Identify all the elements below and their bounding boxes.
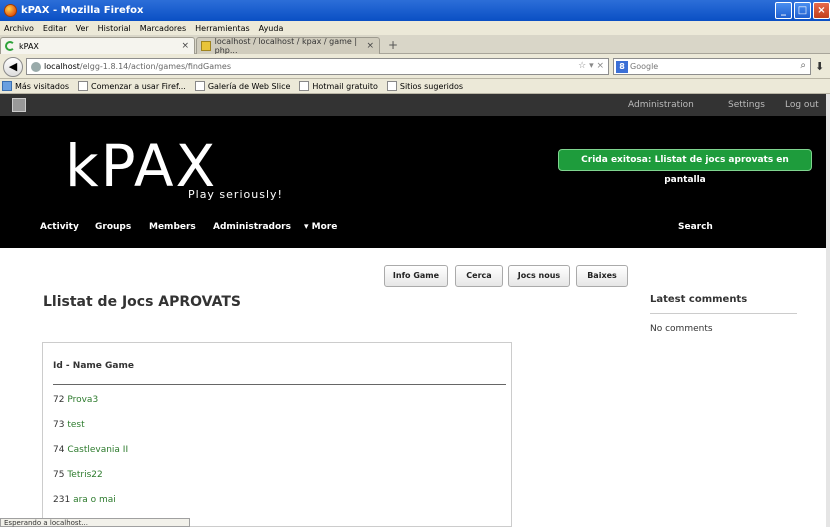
tab-kpax[interactable]: kPAX × — [0, 37, 195, 54]
bookmark-page-icon — [386, 81, 397, 91]
bookmark-mas-visitados[interactable]: Más visitados — [2, 81, 69, 91]
window-title: kPAX - Mozilla Firefox — [21, 5, 144, 16]
navigation-bar: ◀ localhost/elgg-1.8.14/action/games/fin… — [0, 54, 830, 79]
nav-more[interactable]: ▾ More — [304, 222, 337, 232]
tab-bar: kPAX × localhost / localhost / kpax / ga… — [0, 35, 830, 55]
scrollbar[interactable] — [826, 94, 830, 527]
menu-marcadores[interactable]: Marcadores — [140, 24, 186, 33]
maximize-button[interactable]: □ — [794, 2, 811, 19]
address-bar[interactable]: localhost/elgg-1.8.14/action/games/findG… — [26, 58, 609, 75]
page-content: Administration Settings Log out kPAX Pla… — [0, 94, 830, 527]
bookmark-comenzar[interactable]: Comenzar a usar Firef... — [78, 81, 186, 91]
tab-label: kPAX — [19, 41, 39, 51]
cerca-button[interactable]: Cerca — [455, 265, 503, 287]
settings-link[interactable]: Settings — [728, 100, 765, 110]
divider — [53, 384, 506, 385]
loading-spinner-icon — [5, 41, 15, 51]
download-icon[interactable]: ⬇ — [815, 60, 824, 73]
bookmark-page-icon — [299, 81, 310, 91]
menu-herramientas[interactable]: Herramientas — [195, 24, 250, 33]
url-path: /elgg-1.8.14/action/games/findGames — [79, 62, 231, 71]
new-tab-button[interactable]: + — [384, 38, 402, 53]
list-item[interactable]: 231 ara o mai — [53, 495, 116, 505]
bookmark-sitios[interactable]: Sitios sugeridos — [386, 81, 463, 91]
search-icon[interactable]: ⌕ — [800, 60, 806, 71]
menu-archivo[interactable]: Archivo — [4, 24, 34, 33]
site-identity-icon — [31, 61, 41, 72]
nav-search[interactable]: Search — [678, 222, 713, 232]
list-item[interactable]: 75 Tetris22 — [53, 470, 103, 480]
menu-ayuda[interactable]: Ayuda — [259, 24, 284, 33]
tab-label: localhost / localhost / kpax / game | ph… — [214, 37, 358, 55]
bookmarks-bar: Más visitados Comenzar a usar Firef... G… — [0, 79, 830, 94]
bookmark-page-icon — [78, 81, 89, 91]
nav-members[interactable]: Members — [149, 222, 196, 232]
divider — [650, 313, 797, 314]
games-list: Id - Name Game 72 Prova3 73 test 74 Cast… — [42, 342, 512, 527]
search-bar[interactable]: 8 Google ⌕ — [613, 58, 811, 75]
bookmark-folder-icon — [2, 81, 12, 91]
search-placeholder: Google — [630, 62, 659, 71]
jocs-nous-button[interactable]: Jocs nous — [508, 265, 570, 287]
window-titlebar: kPAX - Mozilla Firefox _ □ × — [0, 0, 830, 21]
nav-activity[interactable]: Activity — [40, 222, 79, 232]
url-actions[interactable]: ☆ ▾ × — [578, 61, 604, 71]
elgg-topbar: Administration Settings Log out — [0, 94, 830, 116]
success-message[interactable]: Crida exitosa: Llistat de jocs aprovats … — [558, 149, 812, 185]
list-item[interactable]: 73 test — [53, 420, 85, 430]
avatar[interactable] — [12, 98, 26, 112]
close-tab-icon[interactable]: × — [181, 41, 189, 51]
info-game-button[interactable]: Info Game — [384, 265, 448, 287]
close-tab-icon[interactable]: × — [366, 41, 374, 51]
firefox-icon — [4, 4, 17, 17]
baixes-button[interactable]: Baixes — [576, 265, 628, 287]
main-nav: Activity Groups Members Administradors ▾… — [0, 216, 830, 238]
url-host: localhost — [44, 62, 80, 71]
latest-comments-title: Latest comments — [650, 294, 748, 305]
phpmyadmin-icon — [201, 41, 211, 51]
logout-link[interactable]: Log out — [785, 100, 819, 110]
search-engine-icon[interactable]: 8 — [616, 60, 628, 73]
menu-bar: Archivo Editar Ver Historial Marcadores … — [0, 21, 830, 35]
list-item[interactable]: 72 Prova3 — [53, 395, 98, 405]
back-button[interactable]: ◀ — [3, 57, 23, 77]
bookmark-web-slice[interactable]: Galería de Web Slice — [194, 81, 290, 91]
site-header: kPAX Play seriously! Crida exitosa: Llis… — [0, 116, 830, 248]
close-window-button[interactable]: × — [813, 2, 830, 19]
administration-link[interactable]: Administration — [628, 100, 694, 110]
tab-phpmyadmin[interactable]: localhost / localhost / kpax / game | ph… — [196, 37, 380, 55]
page-title: Llistat de Jocs APROVATS — [43, 294, 241, 310]
column-header: Id - Name Game — [53, 361, 134, 371]
site-tagline: Play seriously! — [188, 188, 283, 201]
nav-administradors[interactable]: Administradors — [213, 222, 291, 232]
menu-historial[interactable]: Historial — [98, 24, 131, 33]
menu-editar[interactable]: Editar — [43, 24, 67, 33]
list-item[interactable]: 74 Castlevania II — [53, 445, 128, 455]
window-controls: _ □ × — [775, 2, 830, 19]
no-comments-text: No comments — [650, 324, 713, 334]
nav-groups[interactable]: Groups — [95, 222, 131, 232]
minimize-button[interactable]: _ — [775, 2, 792, 19]
bookmark-hotmail[interactable]: Hotmail gratuito — [299, 81, 378, 91]
bookmark-page-icon — [194, 81, 205, 91]
menu-ver[interactable]: Ver — [76, 24, 89, 33]
status-bar: Esperando a localhost... — [0, 518, 190, 527]
